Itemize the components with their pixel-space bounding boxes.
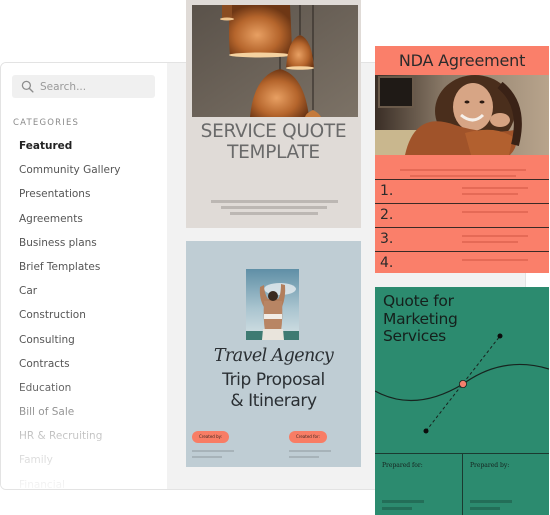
category-presentations[interactable]: Presentations [19,187,121,211]
woman-at-beach-photo [246,269,299,340]
travel-agency-script-title: Travel Agency [213,346,334,366]
category-agreements[interactable]: Agreements [19,212,121,236]
prepared-by-label: Prepared by: [470,462,510,469]
placeholder-line [221,206,327,209]
category-contracts[interactable]: Contracts [19,357,121,381]
clause-number: 4. [380,255,394,271]
placeholder-line [462,193,518,195]
placeholder-line [462,211,528,213]
divider [462,453,463,515]
category-business-plans[interactable]: Business plans [19,236,121,260]
placeholder-line [462,187,528,189]
smiling-woman-photo [375,75,549,155]
search-icon [21,80,34,93]
category-featured[interactable]: Featured [19,139,121,163]
created-for-pill: Created for: [289,431,327,443]
placeholder-line [470,507,500,510]
clause-number: 2. [380,207,394,223]
title-line-1: Trip Proposal [222,370,325,390]
category-sidebar: CATEGORIES Featured Community Gallery Pr… [1,63,167,489]
category-list: Featured Community Gallery Presentations… [19,139,121,489]
nda-title: NDA Agreement [398,51,526,70]
placeholder-line [470,500,512,503]
category-consulting[interactable]: Consulting [19,333,121,357]
nda-clause-row: 2. [375,203,549,227]
template-card-marketing-quote[interactable]: Quote for Marketing Services Prepared fo… [375,287,549,515]
template-card-service-quote[interactable]: SERVICE QUOTE TEMPLATE [186,0,361,228]
trip-proposal-title: Trip Proposal & Itinerary [186,370,361,411]
placeholder-line [382,507,412,510]
title-line-2: & Itinerary [230,390,317,411]
clause-number: 3. [380,231,394,247]
placeholder-line [230,212,318,215]
curve-illustration [375,333,549,434]
clause-number: 1. [380,183,394,199]
nda-clause-row: 4. [375,251,549,273]
category-family[interactable]: Family [19,453,121,477]
placeholder-line [289,456,319,458]
placeholder-line [192,456,222,458]
placeholder-line [192,450,234,452]
prepared-for-label: Prepared for: [382,462,423,469]
search-box[interactable] [12,75,155,98]
placeholder-line [289,450,331,452]
placeholder-line [211,200,338,203]
placeholder-line [462,259,528,261]
category-hr-recruiting[interactable]: HR & Recruiting [19,429,121,453]
category-construction[interactable]: Construction [19,308,121,332]
category-car[interactable]: Car [19,284,121,308]
category-bill-of-sale[interactable]: Bill of Sale [19,405,121,429]
category-education[interactable]: Education [19,381,121,405]
nda-clause-row: 1. [375,179,549,203]
created-by-pill: Created by: [192,431,230,443]
service-quote-title: SERVICE QUOTE TEMPLATE [186,121,361,163]
category-brief-templates[interactable]: Brief Templates [19,260,121,284]
placeholder-line [410,175,516,177]
title-line-2: TEMPLATE [227,142,320,163]
template-card-travel-proposal[interactable]: Travel Agency Trip Proposal & Itinerary … [186,241,361,467]
categories-heading: CATEGORIES [13,118,80,128]
nda-clause-row: 3. [375,227,549,251]
title-line-1: SERVICE QUOTE [200,121,347,142]
placeholder-line [382,500,424,503]
placeholder-line [462,235,528,237]
search-input[interactable] [40,80,140,93]
category-community-gallery[interactable]: Community Gallery [19,163,121,187]
placeholder-line [462,241,518,243]
category-financial[interactable]: Financial [19,478,121,489]
copper-pendant-lamps-photo [192,5,358,117]
placeholder-line [400,169,526,171]
template-card-nda-agreement[interactable]: NDA Agreement 1. 2. 3. 4. [375,46,549,273]
